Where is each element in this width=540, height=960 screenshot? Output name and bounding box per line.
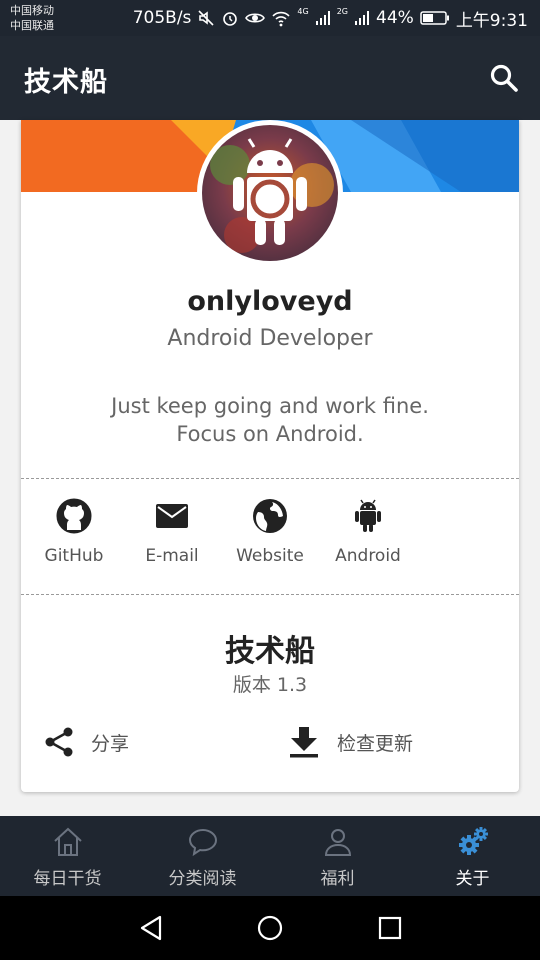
nav-item-category[interactable]: 分类阅读 xyxy=(135,816,270,896)
profile-motto: Just keep going and work fine. Focus on … xyxy=(21,392,519,448)
link-github[interactable]: GitHub xyxy=(25,494,123,566)
link-android-label: Android xyxy=(335,546,401,566)
clock: 上午9:31 xyxy=(455,10,528,31)
signal-icon-2 xyxy=(355,11,370,25)
wifi-icon xyxy=(272,11,291,27)
profile-links: GitHub E-mail Website Android xyxy=(21,494,519,574)
chat-bubble-icon xyxy=(188,828,217,857)
globe-icon xyxy=(253,499,287,533)
divider xyxy=(21,478,519,479)
share-button[interactable]: 分享 xyxy=(43,720,129,764)
link-email[interactable]: E-mail xyxy=(123,494,221,566)
bottom-navigation: 每日干货 分类阅读 福利 关于 xyxy=(0,816,540,896)
check-update-label: 检查更新 xyxy=(337,732,414,755)
status-indicators: 705B/s 4G 2G 44% 上午9:31 xyxy=(132,7,528,31)
network-tag-2: 2G xyxy=(336,7,349,16)
person-icon xyxy=(324,829,351,856)
home-icon xyxy=(53,827,82,856)
motto-line-1: Just keep going and work fine. xyxy=(111,394,429,418)
battery-icon xyxy=(420,11,449,25)
android-icon xyxy=(355,499,381,532)
share-label: 分享 xyxy=(91,732,130,755)
divider xyxy=(21,594,519,595)
nav-label-about: 关于 xyxy=(455,869,490,889)
app-bar: 技术船 xyxy=(0,36,540,120)
nav-label-welfare: 福利 xyxy=(320,869,355,889)
signal-icon-1 xyxy=(315,11,330,25)
link-android[interactable]: Android xyxy=(319,494,417,566)
eye-icon xyxy=(245,13,266,23)
nav-item-about[interactable]: 关于 xyxy=(405,816,540,896)
recents-icon[interactable] xyxy=(374,912,406,944)
share-icon xyxy=(45,727,73,757)
gears-icon xyxy=(458,827,488,855)
profile-name: onlyloveyd xyxy=(187,286,353,317)
avatar xyxy=(197,120,343,266)
link-email-label: E-mail xyxy=(145,546,199,566)
carrier-1: 中国移动 xyxy=(10,4,54,17)
app-bar-title: 技术船 xyxy=(24,67,108,98)
nav-item-welfare[interactable]: 福利 xyxy=(270,816,405,896)
check-update-button[interactable]: 检查更新 xyxy=(287,720,413,764)
motto-line-2: Focus on Android. xyxy=(176,422,364,446)
alarm-icon xyxy=(223,12,238,26)
mute-icon xyxy=(198,10,214,26)
download-icon xyxy=(290,727,318,758)
battery-percent: 44% xyxy=(376,8,414,28)
status-bar: 中国移动 中国联通 705B/s 4G 2G 44% 上午9:31 xyxy=(0,0,540,36)
search-icon[interactable] xyxy=(488,62,520,94)
app-name: 技术船 xyxy=(225,634,315,669)
carrier-labels: 中国移动 中国联通 xyxy=(10,3,54,33)
nav-label-daily: 每日干货 xyxy=(33,869,102,889)
system-nav-bar xyxy=(0,896,540,960)
about-card: onlyloveyd Android Developer Just keep g… xyxy=(21,120,519,792)
android-avatar-icon xyxy=(202,125,338,261)
link-website-label: Website xyxy=(236,546,304,566)
network-tag-1: 4G xyxy=(297,7,309,16)
back-icon[interactable] xyxy=(136,912,168,944)
email-icon xyxy=(156,504,188,528)
network-speed: 705B/s xyxy=(132,8,192,28)
github-icon xyxy=(56,498,92,534)
link-website[interactable]: Website xyxy=(221,494,319,566)
link-github-label: GitHub xyxy=(44,546,104,566)
home-button-icon[interactable] xyxy=(254,912,286,944)
nav-label-category: 分类阅读 xyxy=(168,869,237,889)
nav-item-daily[interactable]: 每日干货 xyxy=(0,816,135,896)
app-version: 版本 1.3 xyxy=(232,674,308,696)
profile-role: Android Developer xyxy=(167,326,373,351)
carrier-2: 中国联通 xyxy=(10,19,54,32)
